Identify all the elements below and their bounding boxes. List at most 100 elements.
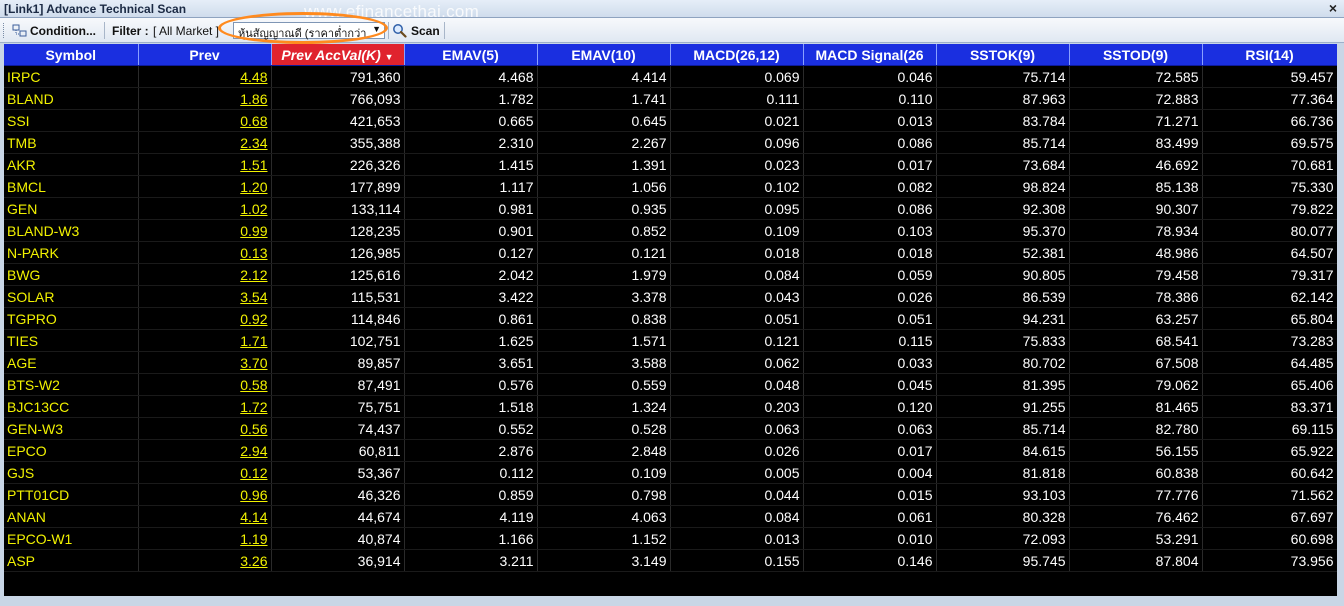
value-cell: 82.780 xyxy=(1069,417,1203,440)
symbol-cell: AKR xyxy=(4,153,139,176)
value-cell: 0.838 xyxy=(537,307,671,330)
value-cell: 78.934 xyxy=(1069,219,1203,242)
column-header[interactable]: MACD Signal(26 xyxy=(803,44,937,66)
prev-price-link[interactable]: 1.72 xyxy=(138,395,272,418)
prev-price-link[interactable]: 0.12 xyxy=(138,461,272,484)
value-cell: 64.485 xyxy=(1202,351,1337,374)
table-row[interactable]: SOLAR 3.54 115,531 3.422 3.378 0.043 0.026 86.5… xyxy=(4,285,1337,308)
close-button[interactable]: × xyxy=(1326,1,1340,15)
table-row[interactable]: EPCO-W1 1.19 40,874 1.166 1.152 0.013 0.010 72.… xyxy=(4,527,1337,550)
value-cell: 0.004 xyxy=(803,461,937,484)
value-cell: 36,914 xyxy=(271,549,405,572)
value-cell: 1.741 xyxy=(537,87,671,110)
prev-price-link[interactable]: 1.02 xyxy=(138,197,272,220)
prev-price-link[interactable]: 2.12 xyxy=(138,263,272,286)
value-cell: 95.370 xyxy=(936,219,1070,242)
value-cell: 421,653 xyxy=(271,109,405,132)
table-row[interactable]: N-PARK 0.13 126,985 0.127 0.121 0.018 0.018 52.… xyxy=(4,241,1337,264)
prev-price-link[interactable]: 2.94 xyxy=(138,439,272,462)
prev-price-link[interactable]: 0.99 xyxy=(138,219,272,242)
table-row[interactable]: BTS-W2 0.58 87,491 0.576 0.559 0.048 0.045 81.3… xyxy=(4,373,1337,396)
prev-price-link[interactable]: 3.70 xyxy=(138,351,272,374)
prev-price-link[interactable]: 1.19 xyxy=(138,527,272,550)
value-cell: 67.697 xyxy=(1202,505,1337,528)
prev-price-link[interactable]: 4.14 xyxy=(138,505,272,528)
table-row[interactable]: AKR 1.51 226,326 1.415 1.391 0.023 0.017 73.684… xyxy=(4,153,1337,176)
value-cell: 77.364 xyxy=(1202,87,1337,110)
prev-price-link[interactable]: 1.86 xyxy=(138,87,272,110)
table-row[interactable]: BWG 2.12 125,616 2.042 1.979 0.084 0.059 90.805… xyxy=(4,263,1337,286)
table-row[interactable]: TIES 1.71 102,751 1.625 1.571 0.121 0.115 75.83… xyxy=(4,329,1337,352)
value-cell: 0.109 xyxy=(670,219,804,242)
column-header[interactable]: SSTOD(9) xyxy=(1069,44,1203,66)
prev-price-link[interactable]: 0.56 xyxy=(138,417,272,440)
prev-price-link[interactable]: 1.20 xyxy=(138,175,272,198)
prev-price-link[interactable]: 1.51 xyxy=(138,153,272,176)
value-cell: 46.692 xyxy=(1069,153,1203,176)
value-cell: 0.935 xyxy=(537,197,671,220)
symbol-cell: BLAND-W3 xyxy=(4,219,139,242)
table-row[interactable]: EPCO 2.94 60,811 2.876 2.848 0.026 0.017 84.615… xyxy=(4,439,1337,462)
symbol-cell: TIES xyxy=(4,329,139,352)
table-row[interactable]: ANAN 4.14 44,674 4.119 4.063 0.084 0.061 80.328… xyxy=(4,505,1337,528)
prev-price-link[interactable]: 2.34 xyxy=(138,131,272,154)
prev-price-link[interactable]: 0.96 xyxy=(138,483,272,506)
prev-price-link[interactable]: 1.71 xyxy=(138,329,272,352)
table-row[interactable]: PTT01CD 0.96 46,326 0.859 0.798 0.044 0.015 93.… xyxy=(4,483,1337,506)
column-header[interactable]: EMAV(5) xyxy=(404,44,538,66)
value-cell: 0.063 xyxy=(670,417,804,440)
table-row[interactable]: GJS 0.12 53,367 0.112 0.109 0.005 0.004 81.818 6… xyxy=(4,461,1337,484)
prev-price-link[interactable]: 0.13 xyxy=(138,241,272,264)
column-header[interactable]: RSI(14) xyxy=(1202,44,1337,66)
value-cell: 0.026 xyxy=(803,285,937,308)
column-header[interactable]: Symbol xyxy=(4,44,139,66)
value-cell: 0.121 xyxy=(537,241,671,264)
prev-price-link[interactable]: 0.68 xyxy=(138,109,272,132)
column-header[interactable]: MACD(26,12) xyxy=(670,44,804,66)
value-cell: 0.026 xyxy=(670,439,804,462)
stock-group-select[interactable]: หุ้นสัญญาณดี (ราคาต่ำกว่า 5 ▼ xyxy=(233,22,385,40)
table-row[interactable]: BJC13CC 1.72 75,751 1.518 1.324 0.203 0.120 91.… xyxy=(4,395,1337,418)
value-cell: 115,531 xyxy=(271,285,405,308)
column-header[interactable]: Prev xyxy=(138,44,272,66)
value-cell: 67.508 xyxy=(1069,351,1203,374)
column-header[interactable]: SSTOK(9) xyxy=(936,44,1070,66)
prev-price-link[interactable]: 3.54 xyxy=(138,285,272,308)
value-cell: 791,360 xyxy=(271,65,405,88)
table-row[interactable]: IRPC 4.48 791,360 4.468 4.414 0.069 0.046 75.71… xyxy=(4,65,1337,88)
table-row[interactable]: TGPRO 0.92 114,846 0.861 0.838 0.051 0.051 94.2… xyxy=(4,307,1337,330)
header-row: Symbol Prev Prev AccVal(K) ▼ EMAV(5) EMAV(10… xyxy=(4,44,1337,66)
value-cell: 0.086 xyxy=(803,197,937,220)
market-filter[interactable]: [ All Market ] xyxy=(153,24,219,38)
value-cell: 0.127 xyxy=(404,241,538,264)
value-cell: 3.378 xyxy=(537,285,671,308)
prev-price-link[interactable]: 0.58 xyxy=(138,373,272,396)
value-cell: 85.714 xyxy=(936,417,1070,440)
table-row[interactable]: TMB 2.34 355,388 2.310 2.267 0.096 0.086 85.714… xyxy=(4,131,1337,154)
column-header[interactable]: Prev AccVal(K) ▼ xyxy=(271,44,405,66)
prev-price-link[interactable]: 4.48 xyxy=(138,65,272,88)
table-row[interactable]: BLAND 1.86 766,093 1.782 1.741 0.111 0.110 87.9… xyxy=(4,87,1337,110)
table-row[interactable]: ASP 3.26 36,914 3.211 3.149 0.155 0.146 95.745 8… xyxy=(4,549,1337,572)
scan-button[interactable]: Scan xyxy=(392,21,440,40)
prev-price-link[interactable]: 0.92 xyxy=(138,307,272,330)
value-cell: 0.901 xyxy=(404,219,538,242)
value-cell: 0.018 xyxy=(670,241,804,264)
table-row[interactable]: AGE 3.70 89,857 3.651 3.588 0.062 0.033 80.702 6… xyxy=(4,351,1337,374)
table-row[interactable]: BMCL 1.20 177,899 1.117 1.056 0.102 0.082 98.82… xyxy=(4,175,1337,198)
table-row[interactable]: GEN-W3 0.56 74,437 0.552 0.528 0.063 0.063 85.7… xyxy=(4,417,1337,440)
column-header[interactable]: EMAV(10) xyxy=(537,44,671,66)
value-cell: 0.110 xyxy=(803,87,937,110)
value-cell: 80.328 xyxy=(936,505,1070,528)
table-row[interactable]: SSI 0.68 421,653 0.665 0.645 0.021 0.013 83.784… xyxy=(4,109,1337,132)
value-cell: 0.015 xyxy=(803,483,937,506)
table-row[interactable]: BLAND-W3 0.99 128,235 0.901 0.852 0.109 0.103 9… xyxy=(4,219,1337,242)
value-cell: 2.310 xyxy=(404,131,538,154)
toolbar-grip[interactable] xyxy=(3,23,7,38)
table-row[interactable]: GEN 1.02 133,114 0.981 0.935 0.095 0.086 92.308… xyxy=(4,197,1337,220)
condition-button[interactable]: Condition... xyxy=(12,21,96,40)
toolbar-separator xyxy=(388,22,389,39)
value-cell: 1.625 xyxy=(404,329,538,352)
prev-price-link[interactable]: 3.26 xyxy=(138,549,272,572)
value-cell: 0.017 xyxy=(803,439,937,462)
